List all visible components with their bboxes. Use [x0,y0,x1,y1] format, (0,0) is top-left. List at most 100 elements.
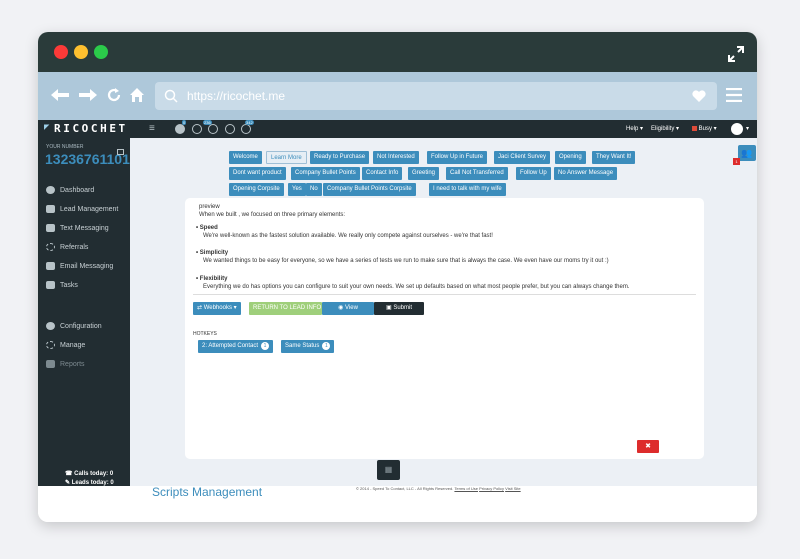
chevron-down-icon[interactable]: ▾ [746,125,749,132]
script-button-call-not-transferred[interactable]: Call Not Transferred [446,167,508,180]
script-button-ready-to-purchase[interactable]: Ready to Purchase [310,151,370,164]
home-icon[interactable] [129,87,145,103]
url-text: https://ricochet.me [187,89,286,103]
submit-button[interactable]: ▣ Submit [374,302,424,315]
number-label: YOUR NUMBER [46,144,84,150]
sidebar-item-reports[interactable]: Reports [46,360,85,370]
heart-icon[interactable] [692,90,706,102]
back-icon[interactable] [51,88,69,102]
footer-text: © 2014 - Speed To Contact, LLC - All Rig… [356,486,521,491]
return-to-lead-button[interactable]: RETURN TO LEAD INFO [249,302,322,315]
status-label: Busy [698,126,713,132]
checkbox-icon [46,281,55,290]
folder-icon [46,205,55,214]
script-button-welcome[interactable]: Welcome [229,151,262,164]
sidebar-item-label: Email Messaging [60,263,114,270]
script-button-no-answer-message[interactable]: No Answer Message [554,167,618,180]
webhooks-dropdown[interactable]: ⇄ Webhooks ▾ [193,302,241,315]
pie-chart-icon [46,186,55,195]
message-icon [46,224,55,233]
minimize-window-icon[interactable] [74,45,88,59]
script-button-greeting[interactable]: Greeting [408,167,440,180]
avatar[interactable] [731,123,743,135]
hotkey-same-status[interactable]: Same Status 1 [281,340,335,353]
calls-today-text: Calls today: 0 [74,471,114,477]
script-button-follow-up-in-future[interactable]: Follow Up in Future [427,151,488,164]
spinner-icon [46,243,55,252]
status-menu[interactable]: Busy ▾ [692,125,717,132]
script-button-yes[interactable]: Yes [288,183,306,196]
keypad-icon[interactable]: ▦ [377,460,400,480]
point-text: Everything we do has options you can con… [203,284,630,290]
maximize-window-icon[interactable] [94,45,108,59]
point-text: We're well-known as the fastest solution… [203,233,493,239]
script-card: preview When we built , we focused on th… [185,198,704,459]
sidebar-item-label: Dashboard [60,187,95,194]
close-icon[interactable]: ✖ [637,440,659,453]
hotkey-count: 1 [322,342,331,350]
mail-counter-icon[interactable] [208,124,218,134]
fullscreen-icon[interactable] [728,46,744,62]
script-button-opening-corpsite[interactable]: Opening Corpsite [229,183,284,196]
preview-label: preview [199,204,220,210]
script-button-jaci-client-survey[interactable]: Jaci Client Survey [494,151,551,164]
point-title-speed: • Speed [196,225,218,231]
sidebar: YOUR NUMBER 13236761101 Dashboard Lead M… [38,138,130,486]
sidebar-item-dashboard[interactable]: Dashboard [46,186,94,196]
sidebar-item-text-messaging[interactable]: Text Messaging [46,224,109,234]
help-label: Help [626,126,639,132]
url-field[interactable]: https://ricochet.me [155,82,717,110]
visit-link[interactable]: Visit Site [505,486,521,491]
sidebar-toggle-icon[interactable]: ≡ [149,122,155,135]
hotkey-label: 2: Attempted Contact [202,343,259,349]
menu-icon[interactable] [726,88,742,102]
spinner-icon [46,341,55,350]
sidebar-item-label: Manage [60,342,86,349]
script-button-no[interactable]: No [306,183,322,196]
hotkey-count: 1 [261,342,270,350]
eligibility-menu[interactable]: Eligibility ▾ [651,125,679,132]
phone-counter-icon[interactable] [225,124,235,134]
task-counter-icon[interactable] [241,124,251,134]
script-button-opening[interactable]: Opening [555,151,586,164]
view-button[interactable]: ◉ View [322,302,374,315]
terms-link[interactable]: Terms of Use [454,486,478,491]
main-content: Welcome Learn More Ready to Purchase Not… [130,138,757,486]
sidebar-item-email-messaging[interactable]: Email Messaging [46,262,113,272]
sidebar-item-manage[interactable]: Manage [46,341,85,351]
sidebar-item-referrals[interactable]: Referrals [46,243,88,253]
copy-icon[interactable] [117,149,124,155]
privacy-link[interactable]: Privacy Policy [479,486,504,491]
sidebar-item-label: Configuration [60,323,102,330]
app-top-bar: ◤ RICOCHET ≡ 0 236 342 Help ▾ Eligibilit… [38,120,757,138]
sidebar-item-configuration[interactable]: Configuration [46,322,102,332]
sidebar-item-label: Referrals [60,244,89,251]
script-button-not-interested[interactable]: Not Interested [373,151,419,164]
script-button-dont-want-product[interactable]: Dont want product [229,167,286,180]
hotkeys-label: HOTKEYS [193,331,217,337]
reload-icon[interactable] [106,87,122,103]
script-button-company-bullet-points[interactable]: Company Bullet Points [291,167,360,180]
script-button-talk-with-wife[interactable]: I need to talk with my wife [429,183,506,196]
page-title: Scripts Management [152,485,263,499]
hotkey-attempted-contact[interactable]: 2: Attempted Contact 1 [198,340,274,353]
script-button-they-want-it[interactable]: They Want It! [592,151,636,164]
chat-counter-icon[interactable] [192,124,202,134]
calls-today: ☎ Calls today: 0 [65,471,114,477]
user-counter-icon[interactable] [175,124,185,134]
sidebar-item-tasks[interactable]: Tasks [46,281,78,291]
script-button-follow-up[interactable]: Follow Up [516,167,551,180]
users-icon[interactable]: 👥 [738,145,756,161]
point-title: Speed [199,225,218,231]
forward-icon[interactable] [79,88,97,102]
sidebar-item-lead-management[interactable]: Lead Management [46,205,118,215]
notification-badge: 1 [733,158,740,165]
envelope-icon [46,262,55,271]
leads-today: ✎ Leads today: 0 [65,480,114,486]
help-menu[interactable]: Help ▾ [626,125,643,132]
script-button-company-bullet-points-corpsite[interactable]: Company Bullet Points Corpsite [323,183,416,196]
script-button-contact-info[interactable]: Contact Info [362,167,403,180]
close-window-icon[interactable] [54,45,68,59]
sidebar-item-label: Lead Management [60,206,119,213]
script-button-learn-more[interactable]: Learn More [266,151,307,164]
